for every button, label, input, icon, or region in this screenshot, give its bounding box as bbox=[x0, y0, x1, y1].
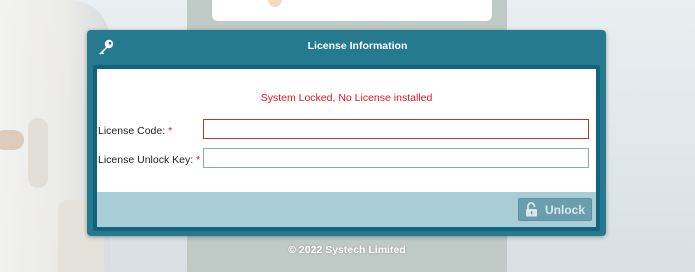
license-status-message: System Locked, No License installed bbox=[260, 92, 433, 104]
dialog-title: License Information bbox=[307, 40, 408, 52]
background-hand bbox=[0, 130, 24, 150]
license-code-input[interactable] bbox=[203, 119, 589, 139]
license-dialog: License Information System Locked, No Li… bbox=[87, 30, 606, 236]
required-mark: * bbox=[196, 154, 201, 166]
dialog-header: License Information bbox=[87, 30, 606, 64]
unlock-icon bbox=[525, 202, 539, 217]
dialog-frame: System Locked, No License installed Lice… bbox=[93, 65, 600, 231]
required-mark: * bbox=[168, 125, 173, 137]
dialog-footer: Unlock bbox=[97, 192, 596, 227]
dialog-body: System Locked, No License installed Lice… bbox=[97, 69, 596, 192]
license-code-label: License Code: * bbox=[98, 125, 172, 137]
license-unlock-key-input[interactable] bbox=[203, 148, 589, 168]
top-card-image-fragment bbox=[268, 0, 282, 7]
unlock-button[interactable]: Unlock bbox=[518, 198, 592, 221]
license-unlock-key-label: License Unlock Key: * bbox=[98, 154, 200, 166]
background-arm bbox=[28, 118, 48, 188]
license-code-label-text: License Code: bbox=[98, 125, 166, 137]
license-unlock-key-label-text: License Unlock Key: bbox=[98, 154, 194, 166]
unlock-button-label: Unlock bbox=[544, 202, 585, 217]
top-card bbox=[212, 0, 492, 21]
copyright-footer: © 2022 Systech Limited bbox=[288, 244, 406, 256]
